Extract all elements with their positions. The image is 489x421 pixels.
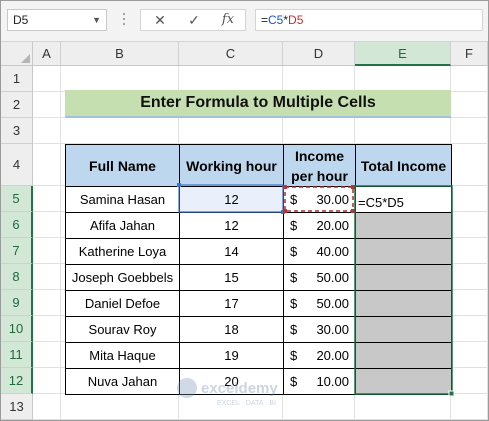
enter-icon[interactable]: ✓: [177, 10, 211, 30]
fill-handle[interactable]: [448, 390, 455, 397]
formula-buttons: ✕ ✓ fx: [140, 9, 246, 31]
cancel-icon[interactable]: ✕: [143, 10, 177, 30]
formula-bar: D5 ▼ ✕ ✓ fx =C5*D5: [1, 1, 488, 42]
ref-highlight-c5: [178, 184, 284, 213]
name-box-value: D5: [13, 13, 29, 27]
chevron-down-icon[interactable]: ▼: [92, 10, 101, 30]
formula-input[interactable]: =C5*D5: [255, 9, 483, 31]
selection-range-e5-e12: [354, 185, 453, 395]
ref-handle-d5-tl[interactable]: [283, 185, 287, 189]
excel-window: D5 ▼ ✕ ✓ fx =C5*D5 A B C D E F 1 2 3 4 5…: [0, 0, 489, 421]
insert-function-icon[interactable]: fx: [211, 10, 245, 30]
ref-handle-c5-tl[interactable]: [177, 183, 181, 187]
watermark-tagline: EXCEL · DATA · BI: [217, 400, 276, 407]
ref-handle-d5-bl[interactable]: [283, 209, 287, 213]
watermark-logo-icon: [177, 378, 197, 398]
name-box[interactable]: D5 ▼: [7, 9, 107, 31]
formula-ref-c5: C5: [268, 13, 284, 27]
formula-ref-d5: D5: [288, 13, 304, 27]
formula-prefix: =: [261, 13, 269, 27]
selection-overlay: [177, 183, 455, 397]
ref-highlight-d5: [284, 186, 354, 212]
watermark-brand: exceldemy: [201, 380, 278, 397]
drag-handle-icon[interactable]: [123, 13, 126, 29]
exceldemy-watermark: exceldemy EXCEL · DATA · BI: [177, 378, 278, 407]
